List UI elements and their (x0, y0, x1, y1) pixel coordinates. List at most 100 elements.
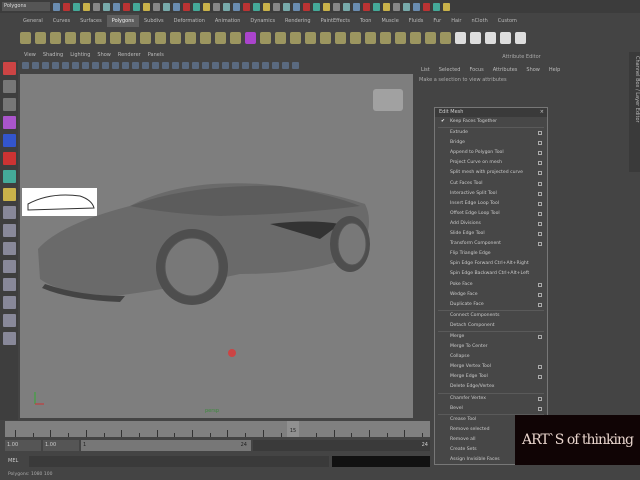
toolbar-icon[interactable] (143, 2, 150, 11)
panel-tool-icon[interactable] (292, 62, 299, 69)
shelf-tab-general[interactable]: General (18, 15, 48, 27)
menu-item[interactable]: Offset Edge Loop Tool (435, 209, 547, 219)
toolbar-icon[interactable] (363, 2, 370, 11)
toolbar-icon[interactable] (163, 2, 170, 11)
tool-icon[interactable] (2, 80, 16, 93)
toolbar-icon[interactable] (133, 2, 140, 11)
shelf-tool-icon[interactable] (140, 32, 151, 44)
menu-item[interactable]: Spin Edge Forward Ctrl+Alt+Right (435, 259, 547, 269)
panel-tool-icon[interactable] (82, 62, 89, 69)
shelf-tool-icon[interactable] (125, 32, 136, 44)
toolbar-icon[interactable] (253, 2, 260, 11)
shelf-tool-icon[interactable] (20, 32, 31, 44)
current-frame[interactable]: 15 (287, 421, 299, 437)
panel-tool-icon[interactable] (162, 62, 169, 69)
shelf-tool-icon[interactable] (500, 32, 511, 44)
toolbar-icon[interactable] (273, 2, 280, 11)
menu-item[interactable]: Interactive Split Tool (435, 189, 547, 199)
toolbar-icon[interactable] (393, 2, 400, 11)
menu-item[interactable]: Poke Face (435, 280, 547, 290)
shelf-tab-muscle[interactable]: Muscle (376, 15, 403, 27)
shelf-tool-icon[interactable] (95, 32, 106, 44)
option-box-icon[interactable] (538, 211, 542, 216)
shelf-tool-icon[interactable] (320, 32, 331, 44)
toolbar-icon[interactable] (333, 2, 340, 11)
tool-icon[interactable] (2, 116, 16, 129)
mode-selector[interactable]: Polygons (2, 2, 50, 11)
tool-icon[interactable] (2, 314, 16, 327)
shelf-tool-icon[interactable] (425, 32, 436, 44)
toolbar-icon[interactable] (433, 2, 440, 11)
shelf-tool-icon[interactable] (230, 32, 241, 44)
shelf-tab-fur[interactable]: Fur (428, 15, 446, 27)
panel-tool-icon[interactable] (72, 62, 79, 69)
shelf-tool-icon[interactable] (110, 32, 121, 44)
panel-menu-shading[interactable]: Shading (43, 52, 63, 58)
option-box-icon[interactable] (538, 151, 542, 156)
shelf-tab-rendering[interactable]: Rendering (280, 15, 316, 27)
shelf-tool-icon[interactable] (290, 32, 301, 44)
shelf-tab-hair[interactable]: Hair (446, 15, 466, 27)
menu-item[interactable]: Extrude (435, 128, 547, 138)
menu-item[interactable]: Project Curve on mesh (435, 158, 547, 168)
panel-tool-icon[interactable] (182, 62, 189, 69)
shelf-tool-icon[interactable] (410, 32, 421, 44)
toolbar-icon[interactable] (313, 2, 320, 11)
toolbar-icon[interactable] (93, 2, 100, 11)
menu-item[interactable]: Insert Edge Loop Tool (435, 199, 547, 209)
shelf-tool-icon[interactable] (35, 32, 46, 44)
checkmark-icon[interactable]: ✔ (441, 117, 445, 127)
shelf-tool-icon[interactable] (185, 32, 196, 44)
shelf-tab-toon[interactable]: Toon (355, 15, 377, 27)
playback-start-field[interactable]: 1.00 (43, 440, 79, 451)
menu-item[interactable]: Bevel (435, 404, 547, 414)
shelf-tab-deformation[interactable]: Deformation (169, 15, 210, 27)
shelf-tab-painteffects[interactable]: PaintEffects (316, 15, 355, 27)
panel-tool-icon[interactable] (232, 62, 239, 69)
panel-tool-icon[interactable] (92, 62, 99, 69)
toolbar-icon[interactable] (213, 2, 220, 11)
panel-tool-icon[interactable] (242, 62, 249, 69)
menu-item[interactable]: Duplicate Face (435, 300, 547, 310)
toolbar-icon[interactable] (413, 2, 420, 11)
shelf-tab-curves[interactable]: Curves (48, 15, 75, 27)
panel-tool-icon[interactable] (152, 62, 159, 69)
menu-item[interactable]: Cut Faces Tool (435, 179, 547, 189)
ae-menu-attributes[interactable]: Attributes (493, 67, 518, 73)
panel-tool-icon[interactable] (102, 62, 109, 69)
ae-menu-list[interactable]: List (421, 67, 430, 73)
toolbar-icon[interactable] (283, 2, 290, 11)
tool-icon[interactable] (2, 296, 16, 309)
option-box-icon[interactable] (538, 282, 542, 287)
shelf-tool-icon[interactable] (470, 32, 481, 44)
option-box-icon[interactable] (538, 171, 542, 176)
option-box-icon[interactable] (538, 221, 542, 226)
menu-item[interactable]: Bridge (435, 138, 547, 148)
toolbar-icon[interactable] (293, 2, 300, 11)
panel-tool-icon[interactable] (132, 62, 139, 69)
menu-item[interactable]: Transform Component (435, 239, 547, 249)
mel-label[interactable]: MEL (8, 458, 26, 464)
shelf-tool-icon[interactable] (170, 32, 181, 44)
option-box-icon[interactable] (538, 141, 542, 146)
menu-item[interactable]: ✔ Keep Faces Together (435, 117, 547, 127)
menu-item[interactable]: Chamfer Vertex (435, 394, 547, 404)
option-box-icon[interactable] (538, 242, 542, 247)
option-box-icon[interactable] (538, 191, 542, 196)
shelf-tool-icon[interactable] (215, 32, 226, 44)
toolbar-icon[interactable] (63, 2, 70, 11)
panel-menu-show[interactable]: Show (97, 52, 111, 58)
menu-item[interactable]: Delete Edge/Vertex (435, 382, 547, 392)
panel-tool-icon[interactable] (122, 62, 129, 69)
toolbar-icon[interactable] (103, 2, 110, 11)
shelf-tool-icon[interactable] (260, 32, 271, 44)
shelf-tab-polygons[interactable]: Polygons (106, 15, 139, 27)
option-box-icon[interactable] (538, 131, 542, 136)
toolbar-icon[interactable] (233, 2, 240, 11)
shelf-tool-icon[interactable] (440, 32, 451, 44)
shelf-tool-icon[interactable] (485, 32, 496, 44)
option-box-icon[interactable] (538, 406, 542, 411)
menu-item[interactable]: Detach Component (435, 321, 547, 331)
channel-box-tab[interactable]: Channel Box / Layer Editor (629, 52, 640, 172)
shelf-tool-icon[interactable] (245, 32, 256, 44)
